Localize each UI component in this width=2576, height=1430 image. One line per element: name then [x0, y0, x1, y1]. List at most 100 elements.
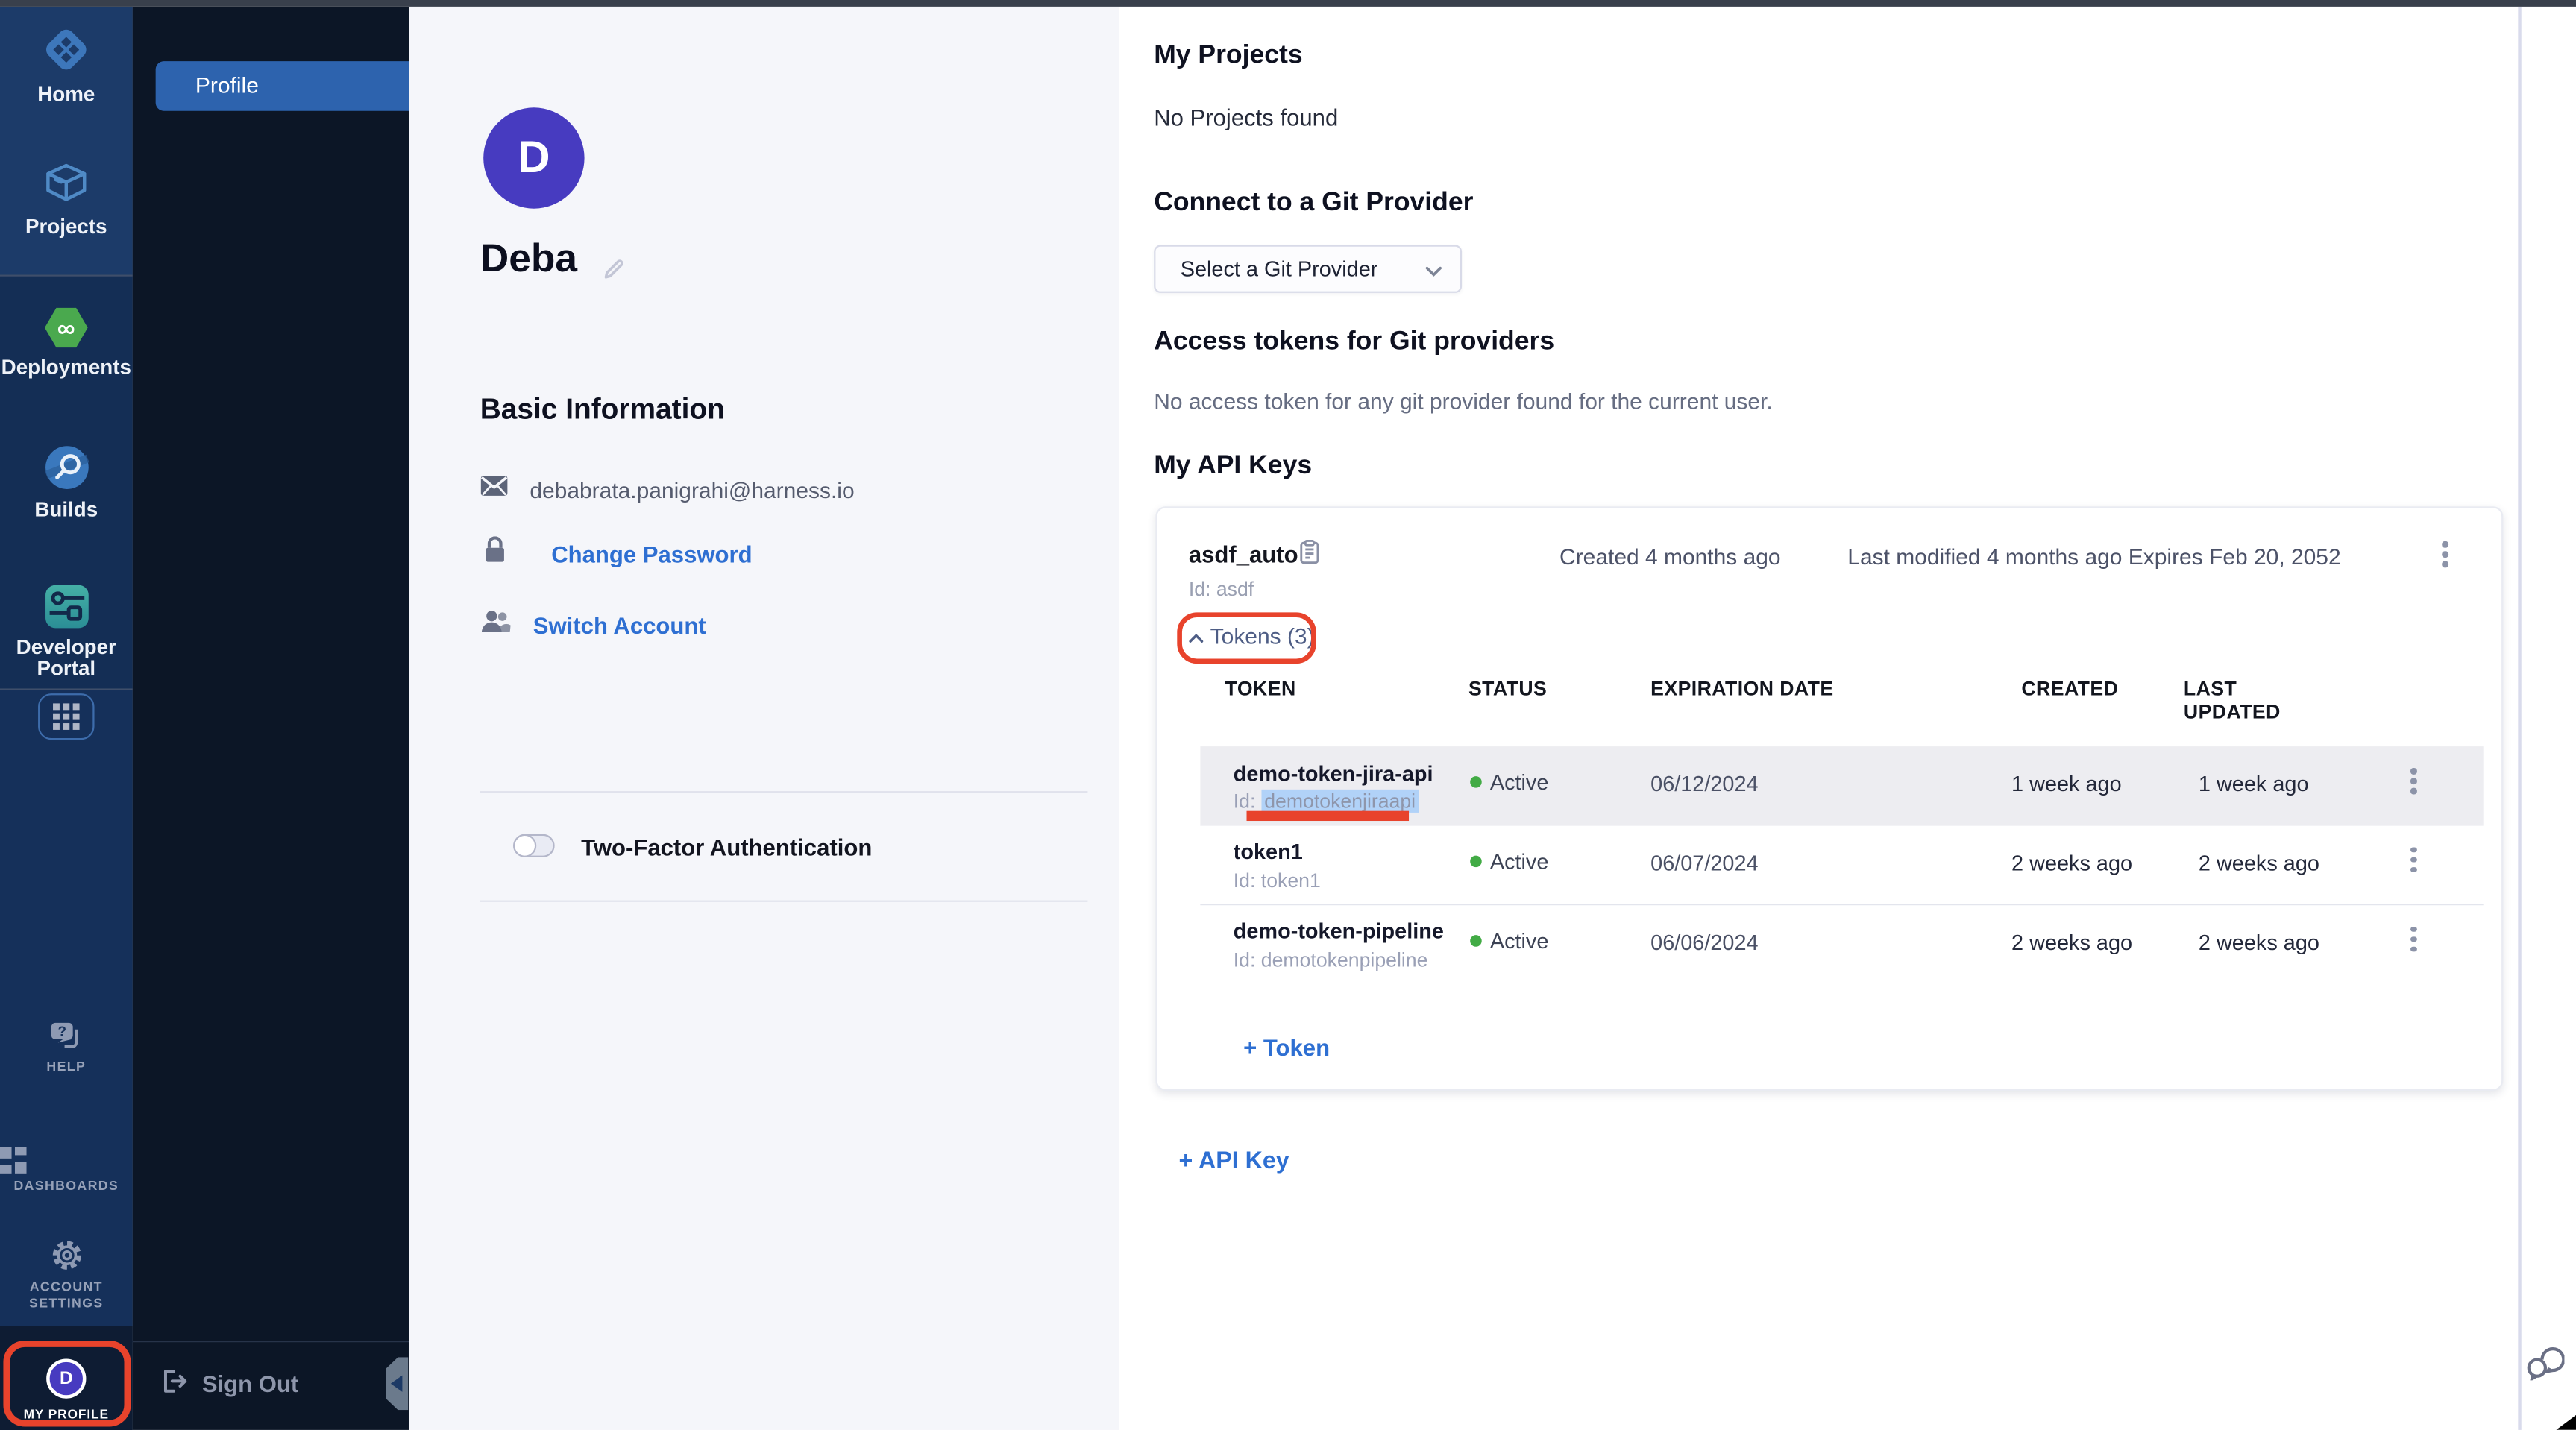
connect-git-title: Connect to a Git Provider: [1154, 188, 1473, 218]
token-status: Active: [1470, 848, 1548, 873]
token-more-menu[interactable]: [2405, 921, 2421, 957]
sidebar-item-home[interactable]: Home: [0, 23, 133, 104]
sidebar-section-profile: D MY PROFILE: [0, 1326, 133, 1430]
api-key-modified: Last modified 4 months ago Expires Feb 2…: [1847, 544, 2340, 568]
sidebar-collapse-handle[interactable]: [386, 1357, 408, 1410]
access-tokens-empty-text: No access token for any git provider fou…: [1154, 389, 1773, 414]
tokens-count-label: Tokens (3): [1210, 624, 1315, 649]
switch-account-link[interactable]: Switch Account: [533, 612, 706, 639]
sidebar-item-deployments[interactable]: ∞ Deployments: [0, 306, 133, 377]
token-name: demo-token-jira-api: [1234, 760, 1433, 785]
token-id: Id: token1: [1234, 868, 1321, 891]
chevron-down-icon: [1425, 256, 1442, 280]
token-row[interactable]: demo-token-pipeline Id: demotokenpipelin…: [1200, 904, 2483, 986]
profile-panel: D Deba Basic Information debabrata.panig…: [408, 7, 1119, 1430]
builds-icon: [43, 444, 90, 500]
two-factor-toggle[interactable]: [513, 834, 554, 857]
col-header-token: TOKEN: [1225, 677, 1296, 700]
screen-corner-artifact: [2556, 1415, 2576, 1430]
change-password-link[interactable]: Change Password: [551, 541, 752, 568]
user-name: Deba: [480, 236, 577, 283]
svg-text:∞: ∞: [57, 315, 75, 343]
edit-name-pencil-icon[interactable]: [600, 256, 625, 289]
api-key-created: Created 4 months ago: [1559, 544, 1781, 568]
token-name: demo-token-pipeline: [1234, 919, 1444, 943]
col-header-expiration: EXPIRATION DATE: [1650, 677, 1833, 700]
sign-out-icon: [160, 1367, 189, 1400]
chat-help-icon[interactable]: [2525, 1344, 2564, 1388]
grid-icon: [53, 704, 79, 730]
scrollbar-track-line: [2518, 7, 2521, 1430]
token-more-menu[interactable]: [2405, 763, 2421, 799]
sidebar-item-profile[interactable]: Profile: [156, 61, 409, 110]
access-tokens-title: Access tokens for Git providers: [1154, 327, 1554, 356]
developer-portal-icon: [44, 585, 89, 637]
home-icon: [40, 23, 92, 84]
token-created: 1 week ago: [2011, 771, 2122, 796]
deployments-icon: ∞: [43, 306, 89, 350]
sidebar-item-developer-portal[interactable]: Developer Portal: [0, 585, 133, 679]
divider: [480, 899, 1088, 901]
status-dot-icon: [1470, 776, 1482, 788]
api-key-name: asdf_auto: [1189, 541, 1298, 568]
sidebar-item-dashboards[interactable]: DASHBOARDS: [0, 1147, 133, 1194]
api-key-more-menu[interactable]: [2437, 536, 2453, 573]
token-id-annotation-underline: [1247, 810, 1410, 821]
token-id: Id: demotokenjiraapi: [1234, 790, 1419, 813]
toggle-knob: [513, 834, 536, 857]
sidebar-item-projects[interactable]: Projects: [0, 159, 133, 236]
git-provider-select-value: Select a Git Provider: [1181, 256, 1378, 280]
token-expiration: 06/12/2024: [1650, 771, 1758, 796]
sidebar-label-account-settings: ACCOUNT SETTINGS: [0, 1279, 133, 1312]
status-dot-icon: [1470, 855, 1482, 867]
sidebar-section-top: Home Projects: [0, 7, 133, 275]
sidebar-section-modules: ∞ Deployments Builds Developer Portal: [0, 274, 133, 688]
token-name: token1: [1234, 839, 1303, 863]
email-icon: [480, 475, 509, 505]
email-row: debabrata.panigrahi@harness.io: [480, 475, 855, 505]
add-token-button[interactable]: + Token: [1243, 1034, 1330, 1061]
gear-icon: [51, 1240, 82, 1279]
sidebar-item-help[interactable]: ? HELP: [0, 1021, 133, 1076]
user-email: debabrata.panigrahi@harness.io: [530, 477, 854, 502]
projects-cube-icon: [41, 159, 91, 217]
token-id: Id: demotokenpipeline: [1234, 948, 1428, 971]
sign-out-button[interactable]: Sign Out: [160, 1367, 298, 1400]
token-id-selected-text: demotokenjiraapi: [1261, 790, 1419, 813]
sidebar-item-builds[interactable]: Builds: [0, 444, 133, 520]
chevron-left-icon: [391, 1376, 403, 1392]
git-provider-select[interactable]: Select a Git Provider: [1154, 244, 1462, 292]
token-expiration: 06/07/2024: [1650, 850, 1758, 875]
my-api-keys-title: My API Keys: [1154, 451, 1312, 481]
col-header-created: CREATED: [2021, 677, 2118, 700]
my-projects-title: My Projects: [1154, 41, 1302, 71]
token-row[interactable]: demo-token-jira-api Id: demotokenjiraapi…: [1200, 746, 2483, 825]
tokens-collapse-toggle[interactable]: Tokens (3): [1189, 624, 1315, 649]
token-row[interactable]: token1 Id: token1 Active 06/07/2024 2 we…: [1200, 825, 2483, 905]
two-factor-label: Two-Factor Authentication: [581, 834, 872, 860]
token-created: 2 weeks ago: [2011, 929, 2132, 954]
token-expiration: 06/06/2024: [1650, 929, 1758, 954]
add-api-key-button[interactable]: + API Key: [1178, 1149, 1289, 1176]
token-table: demo-token-jira-api Id: demotokenjiraapi…: [1200, 746, 2483, 986]
switch-account-row: Switch Account: [480, 609, 706, 642]
module-launcher-button[interactable]: [38, 693, 94, 740]
secondary-sidebar: Profile Sign Out: [133, 7, 409, 1430]
lock-icon: [483, 536, 506, 573]
sidebar-item-account-settings[interactable]: ACCOUNT SETTINGS: [0, 1240, 133, 1313]
token-updated: 2 weeks ago: [2199, 929, 2319, 954]
token-more-menu[interactable]: [2405, 842, 2421, 878]
divider: [480, 791, 1088, 793]
sign-out-label: Sign Out: [202, 1370, 298, 1397]
help-chat-icon: ?: [50, 1021, 83, 1059]
sidebar-label-developer-portal: Developer Portal: [0, 637, 133, 678]
token-status: Active: [1470, 927, 1548, 952]
token-status: Active: [1470, 769, 1548, 794]
sidebar-label-deployments: Deployments: [0, 357, 133, 377]
module-sidebar: Home Projects ∞ Deployments Builds: [0, 7, 133, 1430]
clipboard-icon[interactable]: [1300, 540, 1320, 573]
chevron-up-icon: [1189, 624, 1204, 649]
token-updated: 1 week ago: [2199, 771, 2309, 796]
sidebar-label-help: HELP: [0, 1059, 133, 1076]
profile-avatar[interactable]: D: [483, 107, 584, 208]
